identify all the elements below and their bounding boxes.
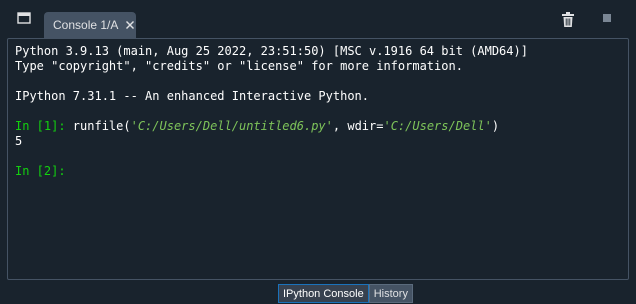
license-info-line: Type "copyright", "credits" or "license"… bbox=[15, 59, 463, 73]
output-line-1: 5 bbox=[15, 134, 23, 148]
stop-icon bbox=[603, 14, 611, 22]
remove-variables-button[interactable] bbox=[559, 9, 577, 29]
input-line-1: In [1]: runfile('C:/Users/Dell/untitled6… bbox=[15, 119, 628, 134]
input-line-2[interactable]: In [2]: bbox=[15, 164, 628, 179]
python-version-banner: Python 3.9.13 (main, Aug 25 2022, 23:51:… bbox=[15, 44, 528, 58]
input-prompt-1: In [1]: bbox=[15, 119, 73, 133]
pane-tab-bar: IPython Console History bbox=[278, 284, 413, 303]
runfile-call: runfile( bbox=[72, 119, 131, 133]
browse-tabs-button[interactable] bbox=[12, 7, 36, 29]
input-prompt-2: In [2]: bbox=[15, 164, 66, 178]
wdir-string: 'C:/Users/Dell' bbox=[383, 119, 492, 133]
trash-icon bbox=[562, 11, 574, 27]
close-icon bbox=[126, 21, 135, 29]
interrupt-kernel-button[interactable] bbox=[602, 13, 612, 23]
console-toolbar: Console 1/A bbox=[0, 0, 636, 38]
tab-close-button[interactable] bbox=[125, 20, 135, 30]
ipython-version-line: IPython 7.31.1 -- An enhanced Interactiv… bbox=[15, 89, 370, 103]
filename-string: 'C:/Users/Dell/untitled6.py' bbox=[130, 119, 333, 133]
tab-label: Console 1/A bbox=[53, 18, 119, 32]
tab-console-1a[interactable]: Console 1/A bbox=[44, 12, 136, 38]
closing-paren: ) bbox=[491, 119, 500, 133]
tab-ipython-console[interactable]: IPython Console bbox=[278, 284, 369, 303]
tab-history[interactable]: History bbox=[368, 284, 413, 303]
window-browse-icon bbox=[17, 12, 31, 24]
wdir-keyword: , wdir= bbox=[332, 119, 384, 133]
console-output-area[interactable]: Python 3.9.13 (main, Aug 25 2022, 23:51:… bbox=[7, 38, 629, 280]
